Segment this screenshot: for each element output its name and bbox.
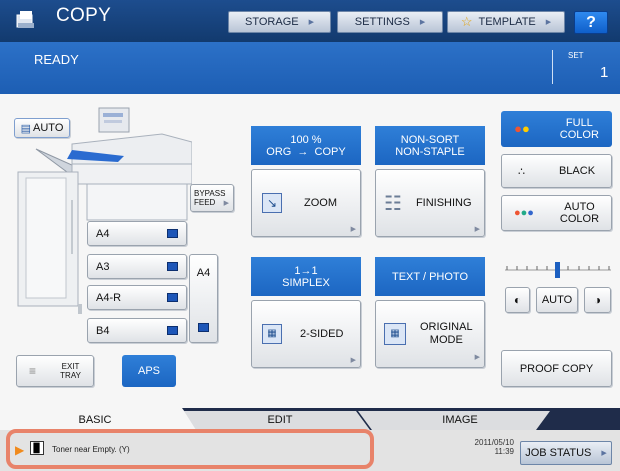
tray-icon: ≡ <box>29 363 37 378</box>
text-photo-icon: ▦ <box>384 323 406 345</box>
two-sided-button[interactable]: ▦ 2-SIDED ▶ <box>251 300 361 368</box>
two-sided-label: 2-SIDED <box>300 328 344 340</box>
original-mode-button[interactable]: ▦ ORIGINAL MODE ▶ <box>375 300 485 368</box>
zoom-label: ZOOM <box>304 197 337 209</box>
zoom-button[interactable]: ↘ ZOOM ▶ <box>251 169 361 237</box>
tray-4-button[interactable]: B4 <box>87 318 187 343</box>
chevron-right-icon: ▶ <box>545 19 552 26</box>
auto-color-label: AUTO COLOR <box>559 201 600 225</box>
color-dots-icon: ●● <box>514 121 530 136</box>
exit-tray-label: EXIT TRAY <box>60 362 81 380</box>
duplex-icon: ▦ <box>262 324 282 344</box>
warning-arrow-icon: ▶ <box>15 443 25 457</box>
tray-1-button[interactable]: A4 <box>87 221 187 246</box>
paper-stack-icon <box>167 326 178 335</box>
auto-color-dots-icon: ●●● <box>513 207 534 219</box>
density-marker <box>555 262 560 278</box>
tray-2-button[interactable]: A3 <box>87 254 187 279</box>
paper-stack-icon <box>167 229 178 238</box>
finishing-status-display: NON-SORT NON-STAPLE <box>375 126 485 165</box>
original-mode-display: TEXT / PHOTO <box>375 257 485 296</box>
set-label: SET <box>568 51 584 60</box>
copy-function-icon <box>16 11 34 28</box>
bypass-label: BYPASS FEED <box>194 189 226 207</box>
zoom-ratio-display: 100 % ORG → COPY <box>251 126 361 165</box>
divider <box>552 50 553 84</box>
paper-stack-icon <box>167 262 178 271</box>
black-dots-icon: ∴ <box>517 165 525 178</box>
aps-button[interactable]: APS <box>122 355 176 387</box>
density-darker-button[interactable]: ◑ <box>584 287 611 313</box>
tray-size: A4-R <box>96 291 122 304</box>
density-scale <box>505 262 611 278</box>
half-circle-dark-icon: ◑ <box>593 293 602 307</box>
zoom-icon: ↘ <box>262 193 282 213</box>
date-display: 2011/05/10 <box>474 438 514 447</box>
black-button[interactable]: ∴ BLACK <box>501 154 612 188</box>
original-mode-label: ORIGINAL MODE <box>420 321 473 346</box>
finishing-button[interactable]: ☷ FINISHING ▶ <box>375 169 485 237</box>
template-label: TEMPLATE <box>478 16 536 28</box>
black-label: BLACK <box>558 165 596 177</box>
storage-label: STORAGE <box>245 16 299 28</box>
tray-size: B4 <box>96 324 110 337</box>
chevron-right-icon: ▶ <box>601 450 607 457</box>
settings-label: SETTINGS <box>354 16 410 28</box>
template-button[interactable]: ☆ TEMPLATE ▶ <box>447 11 565 33</box>
half-circle-light-icon: ◐ <box>513 293 522 307</box>
job-status-button[interactable]: JOB STATUS ▶ <box>520 441 612 465</box>
proof-copy-button[interactable]: PROOF COPY <box>501 350 612 387</box>
job-status-label: JOB STATUS <box>525 447 592 459</box>
paper-stack-icon <box>198 323 209 332</box>
paper-stack-icon: ☷ <box>384 192 402 215</box>
chevron-right-icon: ▶ <box>419 19 426 26</box>
star-icon: ☆ <box>460 14 473 29</box>
settings-button[interactable]: SETTINGS ▶ <box>337 11 443 33</box>
status-message: READY <box>34 52 79 67</box>
paper-stack-icon <box>167 293 178 302</box>
full-color-label: FULL COLOR <box>559 117 599 141</box>
time-display: 11:39 <box>494 447 514 456</box>
lcf-tray-button[interactable]: A4 <box>189 254 218 343</box>
tab-edit[interactable]: EDIT <box>220 410 340 430</box>
tray-size: A3 <box>96 260 110 273</box>
finishing-label: FINISHING <box>415 197 472 209</box>
chevron-right-icon: ▶ <box>223 200 229 207</box>
status-message: Toner near Empty. (Y) <box>52 445 130 454</box>
duplex-status-display: 1→1 SIMPLEX <box>251 257 361 296</box>
tray-size: A4 <box>196 267 211 279</box>
chevron-right-icon: ▶ <box>474 226 480 233</box>
full-color-button[interactable]: ●● FULL COLOR <box>501 111 612 147</box>
tray-3-button[interactable]: A4-R <box>87 285 187 310</box>
storage-button[interactable]: STORAGE ▶ <box>228 11 331 33</box>
tab-image[interactable]: IMAGE <box>400 410 520 430</box>
chevron-right-icon: ▶ <box>474 354 480 361</box>
density-lighter-button[interactable]: ◐ <box>505 287 530 313</box>
chevron-right-icon: ▶ <box>308 19 314 26</box>
chevron-right-icon: ▶ <box>350 226 356 233</box>
density-auto-button[interactable]: AUTO <box>536 287 578 313</box>
set-count[interactable]: 1 <box>600 64 608 81</box>
auto-color-button[interactable]: ●●● AUTO COLOR <box>501 195 612 231</box>
tab-basic[interactable]: BASIC <box>40 410 150 430</box>
bypass-feed-button[interactable]: BYPASS FEED ▶ <box>190 184 234 212</box>
function-title: COPY <box>56 5 112 26</box>
tray-size: A4 <box>96 227 110 240</box>
exit-tray-button[interactable]: ≡ EXIT TRAY <box>16 355 94 387</box>
status-bar <box>0 42 620 94</box>
chevron-right-icon: ▶ <box>350 357 356 364</box>
toner-icon: ▉ <box>30 441 44 455</box>
help-button[interactable]: ? <box>574 11 608 34</box>
